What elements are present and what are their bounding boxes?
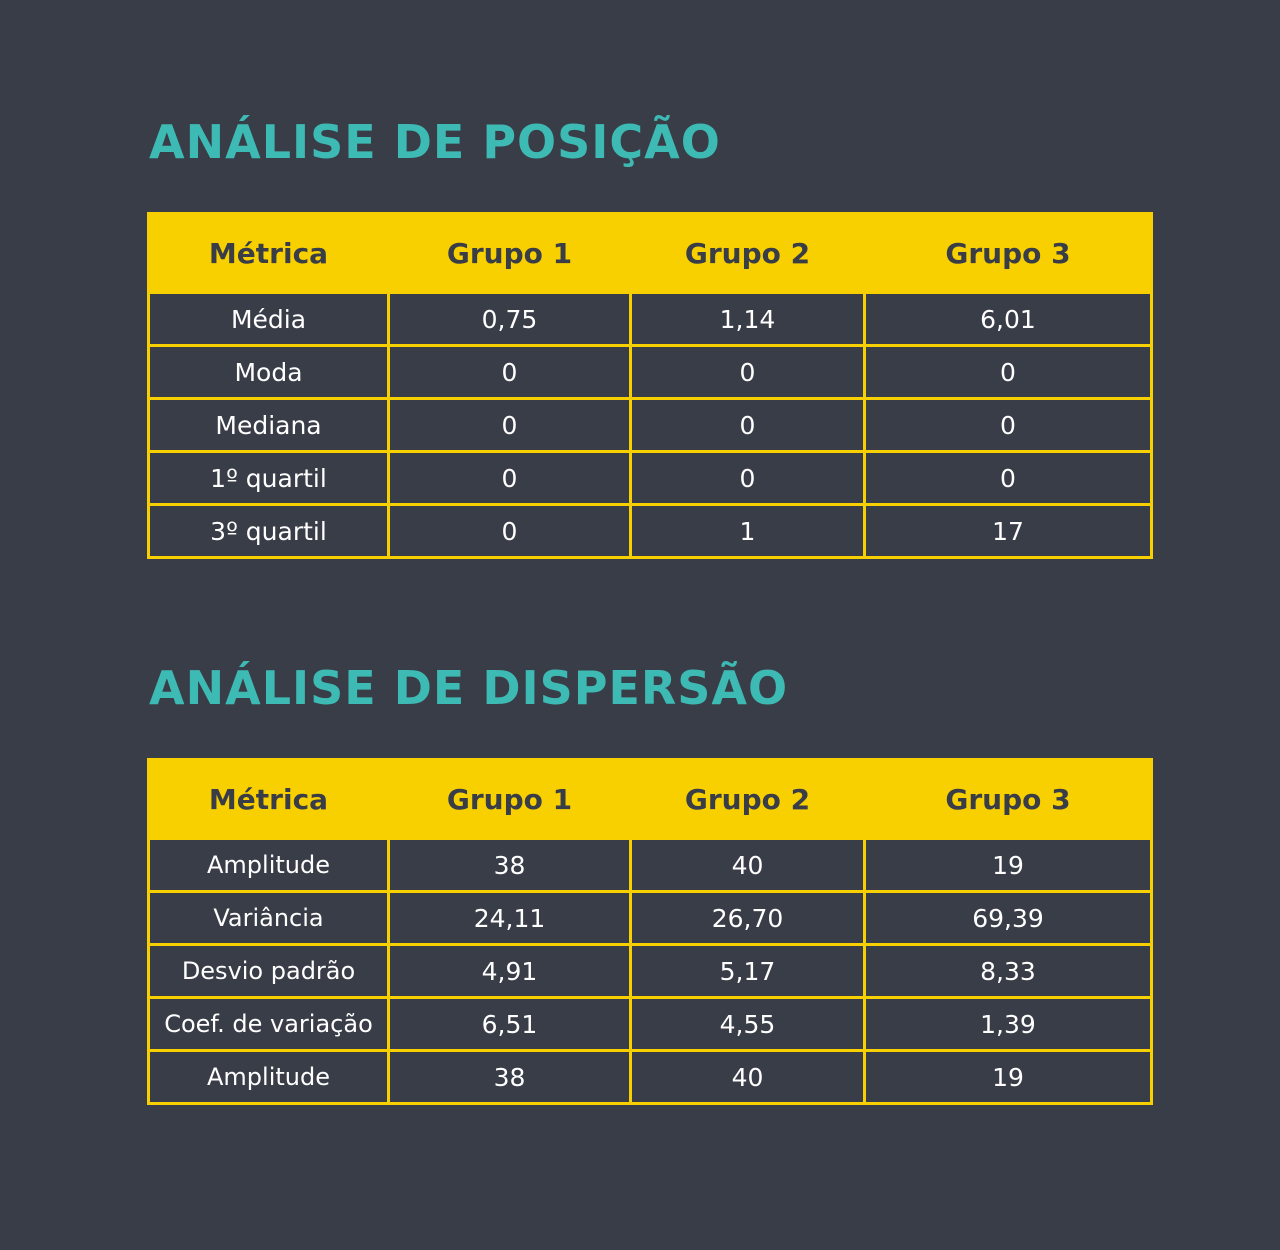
value-cell: 40 (629, 837, 866, 893)
table-row: Variância 24,11 26,70 69,39 (147, 890, 1153, 946)
header-metric: Métrica (147, 758, 390, 840)
value-cell: 40 (629, 1049, 866, 1105)
value-cell: 1,14 (629, 291, 866, 347)
table-header-row: Métrica Grupo 1 Grupo 2 Grupo 3 (147, 212, 1153, 294)
value-cell: 0,75 (387, 291, 632, 347)
value-cell: 17 (863, 503, 1153, 559)
metric-cell: Coef. de variação (147, 996, 390, 1052)
table-header-row: Métrica Grupo 1 Grupo 2 Grupo 3 (147, 758, 1153, 840)
dispersion-analysis-table: Métrica Grupo 1 Grupo 2 Grupo 3 Amplitud… (147, 758, 1153, 1105)
table-row: Amplitude 38 40 19 (147, 1049, 1153, 1105)
value-cell: 0 (387, 344, 632, 400)
dispersion-analysis-title: ANÁLISE DE DISPERSÃO (149, 661, 789, 715)
value-cell: 19 (863, 837, 1153, 893)
value-cell: 0 (629, 344, 866, 400)
table-row: Desvio padrão 4,91 5,17 8,33 (147, 943, 1153, 999)
value-cell: 6,01 (863, 291, 1153, 347)
header-group-3: Grupo 3 (863, 212, 1153, 294)
table-row: 3º quartil 0 1 17 (147, 503, 1153, 559)
header-group-3: Grupo 3 (863, 758, 1153, 840)
value-cell: 1,39 (863, 996, 1153, 1052)
value-cell: 0 (387, 450, 632, 506)
metric-cell: 1º quartil (147, 450, 390, 506)
header-group-1: Grupo 1 (387, 212, 632, 294)
value-cell: 0 (629, 450, 866, 506)
metric-cell: Desvio padrão (147, 943, 390, 999)
value-cell: 24,11 (387, 890, 632, 946)
metric-cell: Amplitude (147, 1049, 390, 1105)
value-cell: 26,70 (629, 890, 866, 946)
table-row: Amplitude 38 40 19 (147, 837, 1153, 893)
header-group-2: Grupo 2 (629, 758, 866, 840)
value-cell: 4,91 (387, 943, 632, 999)
position-analysis-table: Métrica Grupo 1 Grupo 2 Grupo 3 Média 0,… (147, 212, 1153, 559)
table-row: Moda 0 0 0 (147, 344, 1153, 400)
metric-cell: 3º quartil (147, 503, 390, 559)
metric-cell: Amplitude (147, 837, 390, 893)
value-cell: 0 (863, 450, 1153, 506)
header-group-1: Grupo 1 (387, 758, 632, 840)
value-cell: 0 (629, 397, 866, 453)
table-row: 1º quartil 0 0 0 (147, 450, 1153, 506)
value-cell: 69,39 (863, 890, 1153, 946)
value-cell: 38 (387, 1049, 632, 1105)
value-cell: 4,55 (629, 996, 866, 1052)
metric-cell: Variância (147, 890, 390, 946)
value-cell: 6,51 (387, 996, 632, 1052)
value-cell: 8,33 (863, 943, 1153, 999)
value-cell: 0 (863, 344, 1153, 400)
metric-cell: Moda (147, 344, 390, 400)
metric-cell: Mediana (147, 397, 390, 453)
value-cell: 0 (387, 397, 632, 453)
value-cell: 1 (629, 503, 866, 559)
header-metric: Métrica (147, 212, 390, 294)
value-cell: 5,17 (629, 943, 866, 999)
table-row: Mediana 0 0 0 (147, 397, 1153, 453)
position-analysis-title: ANÁLISE DE POSIÇÃO (149, 115, 721, 169)
value-cell: 0 (387, 503, 632, 559)
value-cell: 0 (863, 397, 1153, 453)
header-group-2: Grupo 2 (629, 212, 866, 294)
table-row: Média 0,75 1,14 6,01 (147, 291, 1153, 347)
value-cell: 19 (863, 1049, 1153, 1105)
metric-cell: Média (147, 291, 390, 347)
table-row: Coef. de variação 6,51 4,55 1,39 (147, 996, 1153, 1052)
value-cell: 38 (387, 837, 632, 893)
